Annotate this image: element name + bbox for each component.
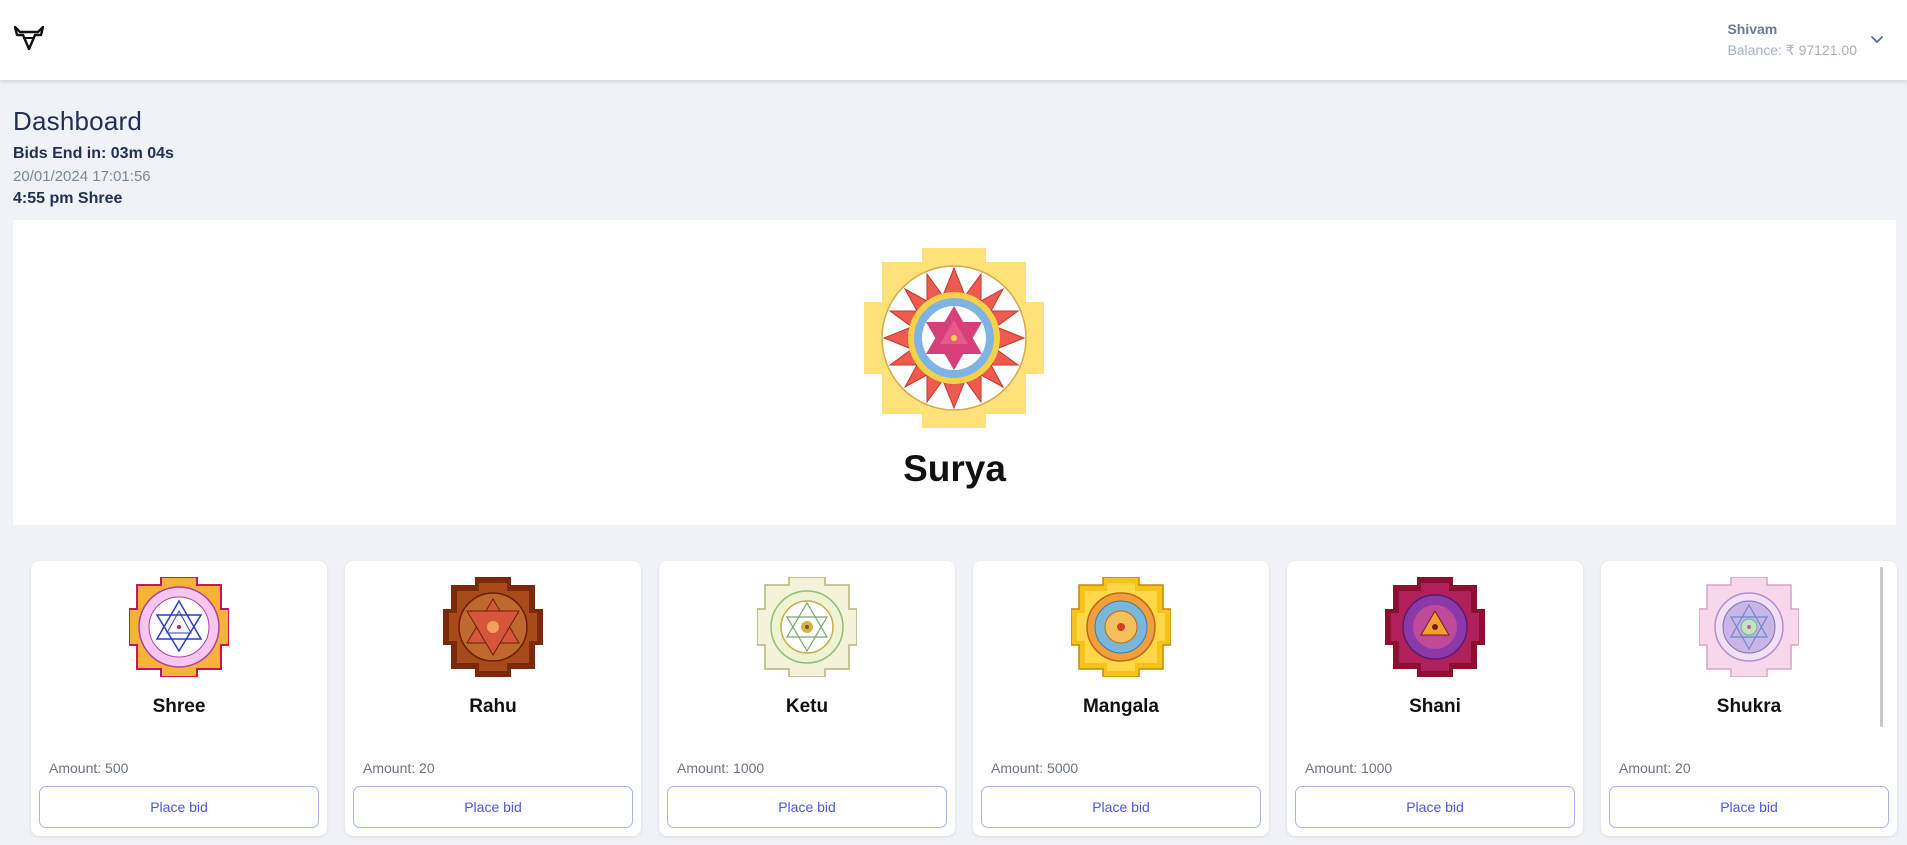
bid-card-mangala: Mangala Amount: 5000 Place bid <box>973 561 1269 836</box>
card-title: Mangala <box>1082 696 1160 717</box>
mangala-yantra-icon <box>1071 577 1171 677</box>
ketu-yantra-icon <box>757 577 857 677</box>
result-hero: Surya <box>13 220 1896 525</box>
bid-card-shree: Shree Amount: 500 Place bid <box>31 561 327 836</box>
place-bid-button[interactable]: Place bid <box>353 786 633 828</box>
card-title: Shukra <box>1716 696 1782 717</box>
card-title: Rahu <box>469 696 517 717</box>
card-title: Shree <box>152 696 206 717</box>
place-bid-button[interactable]: Place bid <box>39 786 319 828</box>
card-amount: Amount: 1000 <box>1305 760 1393 776</box>
dashboard-header: Dashboard Bids End in: 03m 04s 20/01/202… <box>13 106 174 208</box>
chevron-down-icon[interactable] <box>1869 32 1885 48</box>
bids-countdown: Bids End in: 03m 04s <box>13 145 174 162</box>
user-name: Shivam <box>1727 21 1778 37</box>
result-name: Surya <box>903 448 1006 489</box>
bull-head-icon[interactable] <box>14 25 44 51</box>
card-title: Ketu <box>785 696 829 717</box>
shani-yantra-icon <box>1385 577 1485 677</box>
card-amount: Amount: 5000 <box>991 760 1079 776</box>
previous-result: 4:55 pm Shree <box>13 190 123 207</box>
bid-card-shukra: Shukra Amount: 20 Place bid <box>1601 561 1897 836</box>
place-bid-button[interactable]: Place bid <box>1609 786 1889 828</box>
current-datetime: 20/01/2024 17:01:56 <box>13 168 151 185</box>
card-title: Shani <box>1409 696 1461 717</box>
bid-card-shani: Shani Amount: 1000 Place bid <box>1287 561 1583 836</box>
card-amount: Amount: 20 <box>1619 760 1691 776</box>
shree-yantra-icon <box>129 577 229 677</box>
bid-card-ketu: Ketu Amount: 1000 Place bid <box>659 561 955 836</box>
shukra-yantra-icon <box>1699 577 1799 677</box>
card-amount: Amount: 1000 <box>677 760 765 776</box>
rahu-yantra-icon <box>443 577 543 677</box>
place-bid-button[interactable]: Place bid <box>1295 786 1575 828</box>
place-bid-button[interactable]: Place bid <box>667 786 947 828</box>
top-navbar: Shivam Balance: ₹ 97121.00 <box>0 0 1907 80</box>
page-title: Dashboard <box>13 106 142 136</box>
surya-yantra-icon <box>864 248 1044 428</box>
bid-card-rahu: Rahu Amount: 20 Place bid <box>345 561 641 836</box>
card-amount: Amount: 500 <box>49 760 129 776</box>
place-bid-button[interactable]: Place bid <box>981 786 1261 828</box>
user-balance: Balance: ₹ 97121.00 <box>1727 42 1857 58</box>
user-menu[interactable]: Shivam Balance: ₹ 97121.00 <box>1727 21 1857 59</box>
card-amount: Amount: 20 <box>363 760 435 776</box>
